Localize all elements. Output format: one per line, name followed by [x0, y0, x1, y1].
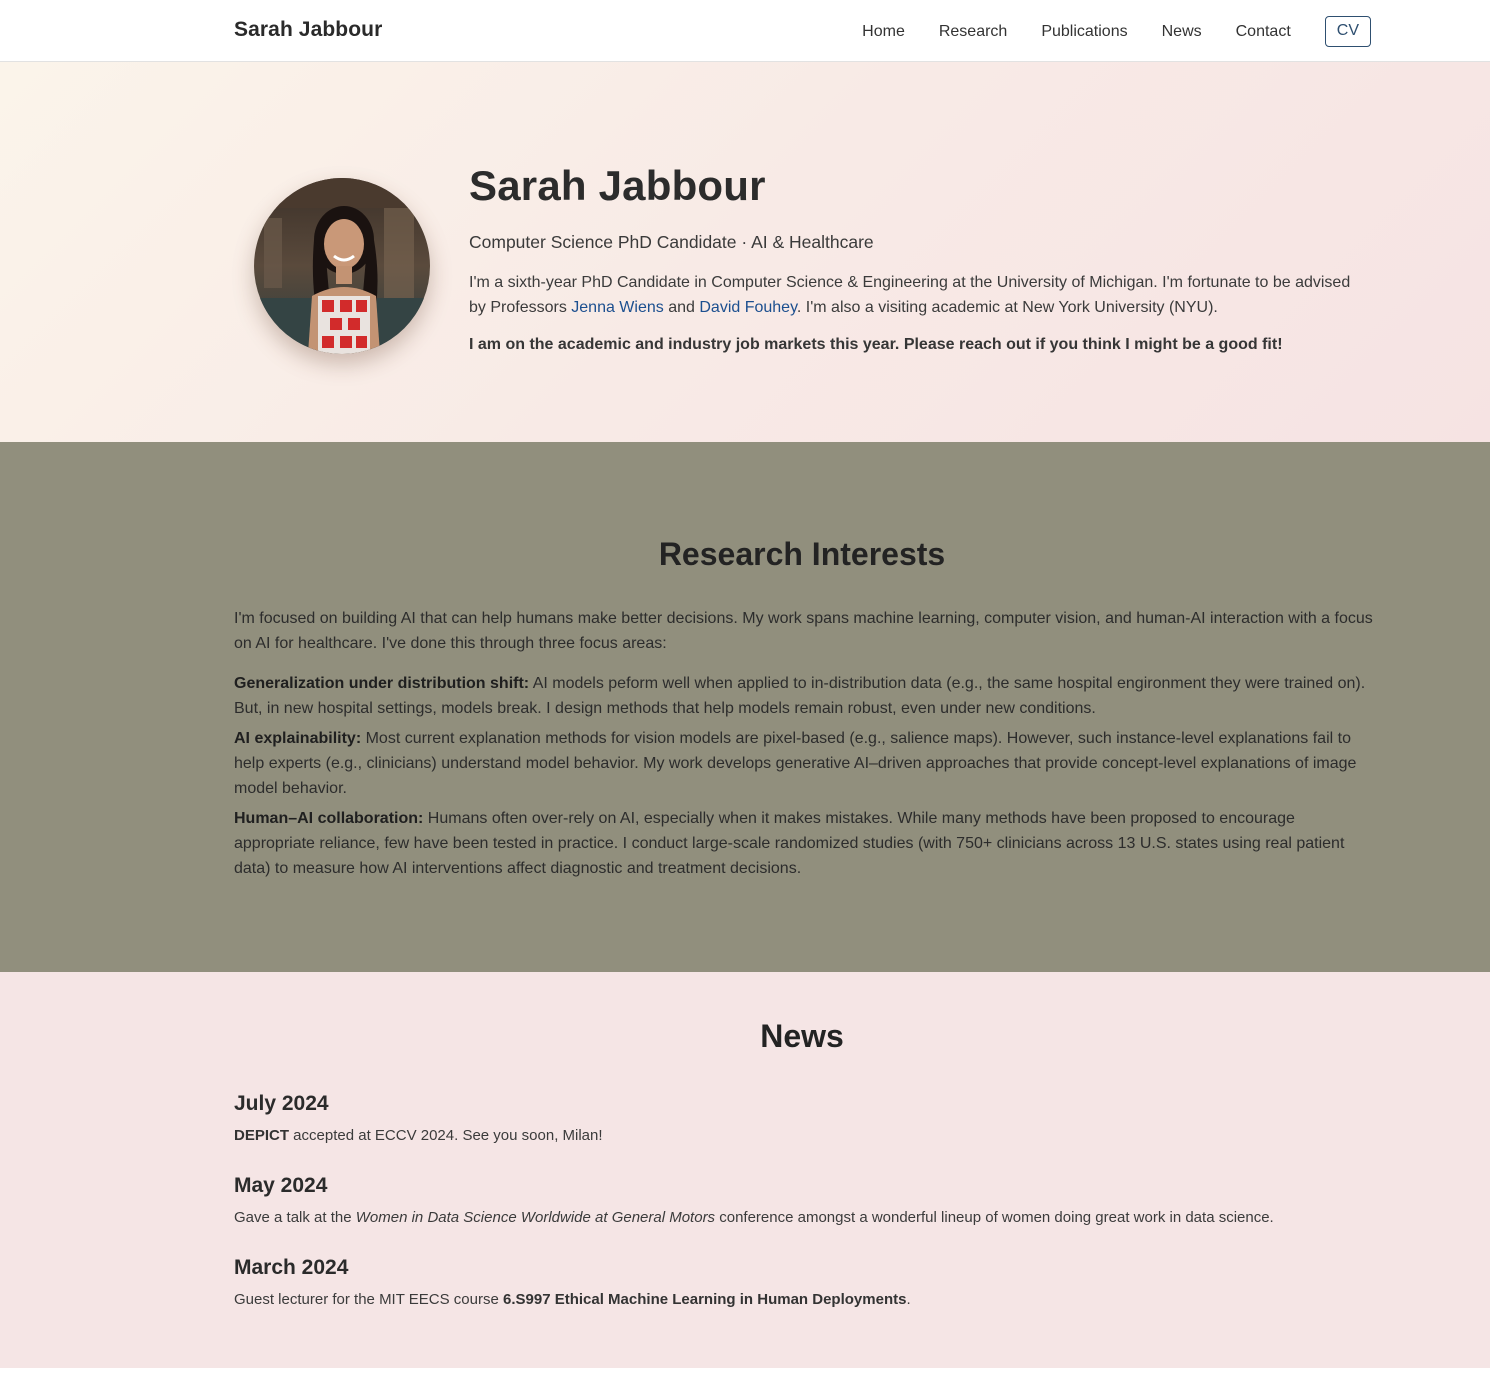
- focus-area-explainability: AI explainability: Most current explanat…: [234, 726, 1374, 801]
- news-date: May 2024: [234, 1174, 328, 1197]
- site-header: Sarah Jabbour Home Research Publications…: [0, 0, 1490, 62]
- nav-news[interactable]: News: [1162, 16, 1202, 47]
- research-intro: I'm focused on building AI that can help…: [234, 610, 1373, 652]
- profile-photo: [254, 178, 430, 354]
- news-text-part: conference amongst a wonderful lineup of…: [715, 1209, 1274, 1226]
- hero-section: Sarah Jabbour Computer Science PhD Candi…: [0, 62, 1490, 442]
- nav-contact[interactable]: Contact: [1236, 16, 1291, 47]
- news-text-part: Guest lecturer for the MIT EECS course: [234, 1291, 503, 1308]
- research-section: Research Interests I'm focused on buildi…: [0, 442, 1490, 972]
- cv-button[interactable]: CV: [1324, 16, 1371, 47]
- news-text: Gave a talk at the Women in Data Science…: [234, 1207, 1374, 1229]
- focus-area-label: Generalization under distribution shift:: [234, 675, 530, 692]
- news-date: March 2024: [234, 1256, 349, 1279]
- news-list: July 2024 DEPICT accepted at ECCV 2024. …: [234, 1090, 1374, 1336]
- focus-area-text: Most current explanation methods for vis…: [234, 730, 1357, 797]
- news-item: May 2024 Gave a talk at the Women in Dat…: [234, 1172, 1374, 1254]
- main-nav: Home Research Publications News Contact …: [862, 16, 1371, 47]
- nav-publications[interactable]: Publications: [1041, 16, 1127, 47]
- news-title: News: [760, 1018, 844, 1054]
- focus-area-label: AI explainability:: [234, 730, 362, 747]
- hero-bio-text: . I'm also a visiting academic at New Yo…: [796, 299, 1218, 316]
- news-text: Guest lecturer for the MIT EECS course 6…: [234, 1289, 1374, 1311]
- news-item: July 2024 DEPICT accepted at ECCV 2024. …: [234, 1090, 1374, 1172]
- news-date: July 2024: [234, 1092, 329, 1115]
- news-text-part: Gave a talk at the: [234, 1209, 356, 1226]
- advisor-link-jenna-wiens[interactable]: Jenna Wiens: [571, 299, 664, 316]
- site-brand-link[interactable]: Sarah Jabbour: [234, 18, 382, 42]
- job-market-note: I am on the academic and industry job ma…: [469, 336, 1283, 353]
- news-section: News July 2024 DEPICT accepted at ECCV 2…: [0, 972, 1490, 1368]
- news-item: March 2024 Guest lecturer for the MIT EE…: [234, 1254, 1374, 1336]
- news-bold: 6.S997 Ethical Machine Learning in Human…: [503, 1291, 907, 1308]
- profile-photo-image: [254, 178, 430, 354]
- research-body: I'm focused on building AI that can help…: [234, 606, 1374, 886]
- news-text: DEPICT accepted at ECCV 2024. See you so…: [234, 1125, 1374, 1147]
- focus-area-human-ai: Human–AI collaboration: Humans often ove…: [234, 806, 1374, 881]
- focus-area-generalization: Generalization under distribution shift:…: [234, 671, 1374, 721]
- focus-area-label: Human–AI collaboration:: [234, 810, 424, 827]
- page-bottom: [0, 1368, 1490, 1375]
- research-title: Research Interests: [658, 536, 946, 572]
- hero-subtitle: Computer Science PhD Candidate · AI & He…: [469, 232, 874, 252]
- news-italic: Women in Data Science Worldwide at Gener…: [355, 1209, 716, 1226]
- news-text-part: accepted at ECCV 2024. See you soon, Mil…: [289, 1127, 603, 1144]
- nav-research[interactable]: Research: [939, 16, 1007, 47]
- nav-home[interactable]: Home: [862, 16, 905, 47]
- advisor-link-david-fouhey[interactable]: David Fouhey: [699, 299, 797, 316]
- news-text-part: .: [906, 1291, 911, 1308]
- news-bold: DEPICT: [234, 1127, 290, 1144]
- hero-bio-text: and: [663, 299, 700, 316]
- hero-bio: I'm a sixth-year PhD Candidate in Comput…: [469, 270, 1369, 320]
- hero-name: Sarah Jabbour: [469, 162, 766, 209]
